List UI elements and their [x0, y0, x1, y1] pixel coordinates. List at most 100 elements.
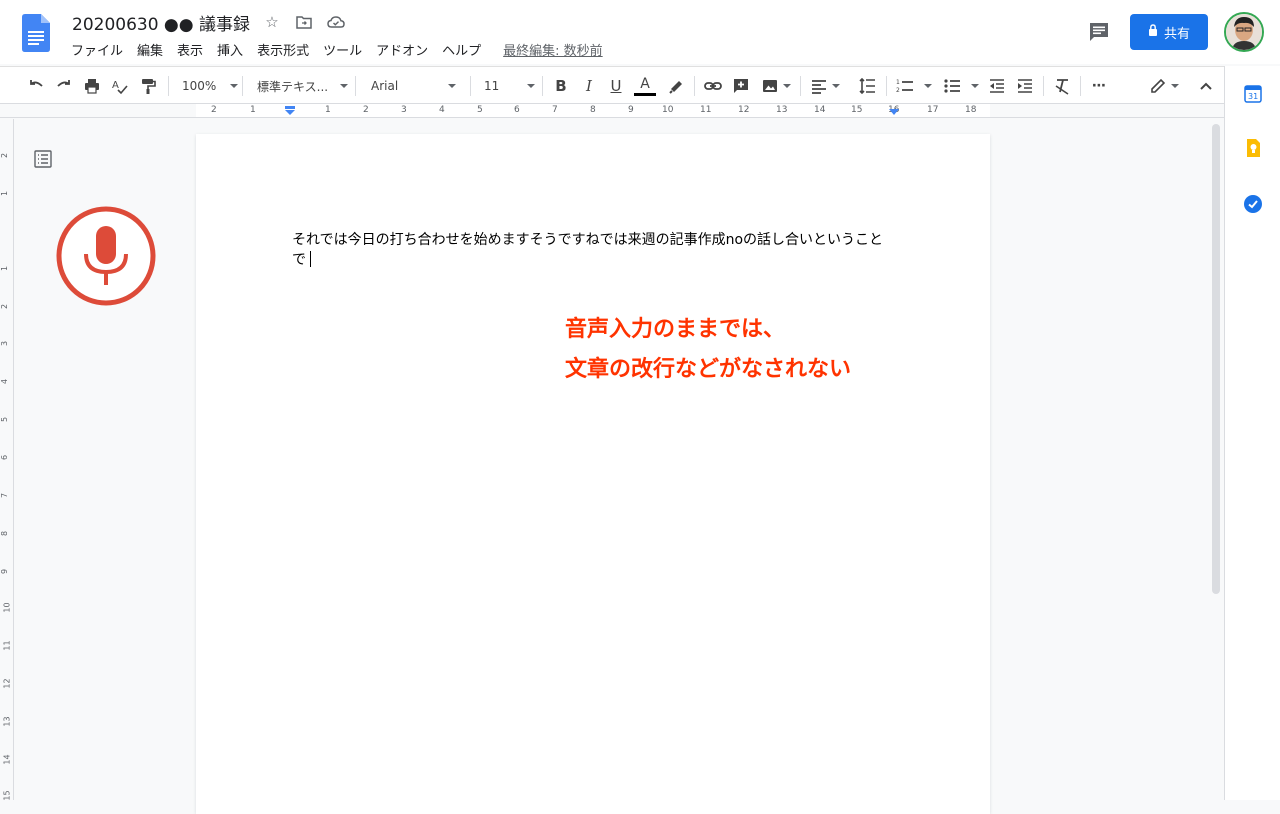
share-button[interactable]: 共有: [1130, 14, 1208, 50]
font-value: Arial: [371, 79, 399, 93]
top-bar: 20200630 ●● 議事録 ☆ ファイル 編集 表示 挿入 表示形式 ツール…: [0, 0, 1280, 64]
voice-typing-microphone-icon[interactable]: [56, 206, 156, 306]
paint-format-icon[interactable]: [138, 73, 158, 99]
comment-history-icon[interactable]: [1088, 21, 1110, 43]
ruler-number: 2: [0, 152, 10, 159]
ruler-number: 4: [0, 378, 10, 385]
scrollbar-thumb[interactable]: [1212, 124, 1220, 594]
editing-mode-icon[interactable]: [1147, 73, 1181, 99]
ruler-number: 5: [0, 416, 10, 423]
cloud-saved-icon[interactable]: [326, 12, 346, 32]
ruler-number: 10: [2, 602, 12, 613]
redo-icon[interactable]: [54, 73, 74, 99]
undo-icon[interactable]: [26, 73, 46, 99]
increase-indent-icon[interactable]: [1015, 73, 1035, 99]
ruler-number: 14: [814, 105, 826, 115]
font-size-value: 11: [484, 79, 500, 93]
menu-view[interactable]: 表示: [170, 40, 210, 59]
ruler-number: 7: [552, 105, 558, 115]
move-folder-icon[interactable]: [294, 12, 314, 32]
right-indent-marker-icon[interactable]: [888, 108, 900, 116]
last-edit-link[interactable]: 最終編集: 数秒前: [496, 40, 610, 59]
print-icon[interactable]: [82, 73, 102, 99]
ruler-number: 9: [0, 568, 10, 575]
avatar[interactable]: [1224, 12, 1264, 52]
ruler-number: 5: [477, 105, 483, 115]
line-spacing-icon[interactable]: [857, 73, 877, 99]
ruler-number: 9: [628, 105, 634, 115]
annotation-line-2: 文章の改行などがなされない: [565, 357, 852, 382]
vertical-scrollbar[interactable]: [1208, 120, 1224, 800]
ruler-number: 1: [250, 105, 256, 115]
add-comment-icon[interactable]: [731, 73, 751, 99]
style-value: 標準テキス...: [257, 79, 329, 94]
document-body[interactable]: それでは今日の打ち合わせを始めますそうですねでは来週の記事作成noの話し合いとい…: [292, 230, 892, 270]
ruler-number: 4: [439, 105, 445, 115]
ruler-number: 3: [401, 105, 407, 115]
insert-image-icon[interactable]: [759, 73, 793, 99]
ruler-number: 13: [2, 716, 12, 727]
annotation-line-1: 音声入力のままでは、: [565, 317, 786, 342]
menu-tools[interactable]: ツール: [316, 40, 369, 59]
formatting-toolbar: A 100% 標準テキス... Arial 11 B I U A 12 ⋯: [0, 66, 1224, 104]
calendar-icon[interactable]: 31: [1243, 84, 1263, 104]
svg-text:2: 2: [896, 87, 900, 94]
link-icon[interactable]: [703, 73, 723, 99]
document-outline-icon[interactable]: [34, 150, 52, 168]
tasks-icon[interactable]: [1243, 194, 1263, 214]
ruler-number: 15: [2, 790, 12, 801]
ruler-number: 14: [2, 754, 12, 765]
style-select[interactable]: 標準テキス...: [257, 73, 349, 99]
ruler-number: 1: [0, 190, 10, 197]
docs-logo-icon[interactable]: [22, 14, 50, 52]
star-icon[interactable]: ☆: [262, 12, 282, 32]
svg-text:A: A: [112, 80, 119, 91]
more-icon[interactable]: ⋯: [1089, 73, 1109, 99]
text-cursor: [310, 251, 311, 267]
ruler-number: 11: [700, 105, 712, 115]
zoom-select[interactable]: 100%: [182, 73, 239, 99]
ruler-number: 12: [2, 678, 12, 689]
document-page[interactable]: それでは今日の打ち合わせを始めますそうですねでは来週の記事作成noの話し合いとい…: [196, 134, 990, 814]
text-color-icon[interactable]: A: [633, 73, 657, 99]
underline-icon[interactable]: U: [607, 73, 625, 99]
menu-help[interactable]: ヘルプ: [435, 40, 488, 59]
italic-icon[interactable]: I: [580, 73, 598, 99]
decrease-indent-icon[interactable]: [987, 73, 1007, 99]
bulleted-list-icon[interactable]: [942, 73, 980, 99]
ruler-number: 15: [851, 105, 863, 115]
annotation-overlay: 音声入力のままでは、 文章の改行などがなされない: [565, 310, 851, 390]
font-select[interactable]: Arial: [371, 73, 457, 99]
keep-icon[interactable]: [1243, 138, 1263, 158]
menu-addons[interactable]: アドオン: [369, 40, 435, 59]
ruler-number: 3: [0, 340, 10, 347]
align-icon[interactable]: [809, 73, 841, 99]
vertical-ruler[interactable]: 2 1 1 2 3 4 5 6 7 8 9 10 11 12 13 14 15: [0, 119, 14, 801]
menu-format[interactable]: 表示形式: [250, 40, 316, 59]
ruler-number: 12: [738, 105, 750, 115]
font-size-select[interactable]: 11: [484, 73, 536, 99]
ruler-number: 18: [965, 105, 977, 115]
collapse-menus-icon[interactable]: [1196, 73, 1216, 99]
ruler-number: 1: [325, 105, 331, 115]
numbered-list-icon[interactable]: 12: [895, 73, 933, 99]
ruler-number: 8: [0, 530, 10, 537]
menu-insert[interactable]: 挿入: [210, 40, 250, 59]
svg-text:31: 31: [1248, 92, 1258, 101]
menu-edit[interactable]: 編集: [130, 40, 170, 59]
ruler-number: 11: [2, 640, 12, 651]
clear-formatting-icon[interactable]: [1052, 73, 1072, 99]
ruler-number: 10: [662, 105, 674, 115]
menu-file[interactable]: ファイル: [64, 40, 130, 59]
ruler-number: 7: [0, 492, 10, 499]
ruler-number: 6: [514, 105, 520, 115]
ruler-number: 2: [0, 303, 10, 310]
horizontal-ruler[interactable]: 2 1 1 2 3 4 5 6 7 8 9 10 11 12 13 14 15 …: [0, 104, 1224, 118]
bold-icon[interactable]: B: [552, 73, 570, 99]
highlight-icon[interactable]: [666, 73, 686, 99]
spellcheck-icon[interactable]: A: [110, 73, 130, 99]
menu-bar: ファイル 編集 表示 挿入 表示形式 ツール アドオン ヘルプ 最終編集: 数秒…: [64, 40, 610, 59]
document-title[interactable]: 20200630 ●● 議事録: [72, 10, 250, 35]
left-indent-marker-icon[interactable]: [284, 106, 296, 116]
ruler-number: 2: [363, 105, 369, 115]
